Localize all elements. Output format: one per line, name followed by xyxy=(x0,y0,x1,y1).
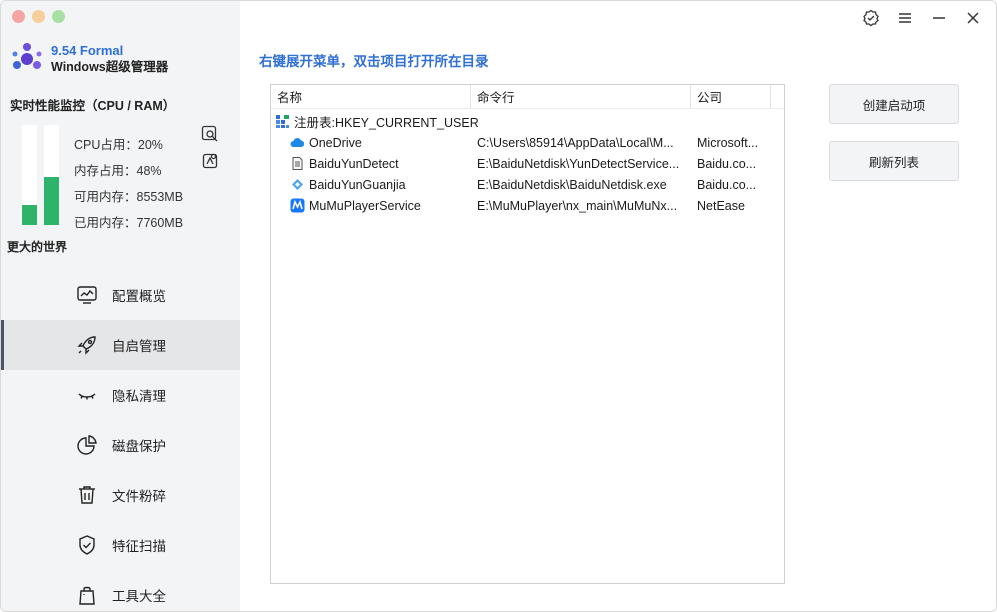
mumu-icon xyxy=(290,198,305,213)
monitor-title: 实时性能监控（CPU / RAM） xyxy=(10,99,176,113)
close-icon xyxy=(967,12,979,24)
registry-root-node[interactable]: 注册表:HKEY_CURRENT_USER xyxy=(271,111,784,132)
app-window: 9.54 Formal Windows超级管理器 实时性能监控（CPU / RA… xyxy=(0,0,997,612)
registry-root-label: 注册表:HKEY_CURRENT_USER xyxy=(294,116,479,130)
nav-label: 文件粉碎 xyxy=(112,489,166,504)
rocket-icon xyxy=(77,336,96,355)
row-command: E:\BaiduNetdisk\BaiduNetdisk.exe xyxy=(477,177,667,192)
brand: 9.54 Formal Windows超级管理器 xyxy=(9,41,168,77)
create-startup-item-button[interactable]: 创建启动项 xyxy=(829,84,959,124)
row-command: E:\BaiduNetdisk\YunDetectService... xyxy=(477,156,680,171)
memory-clean-icon[interactable] xyxy=(201,152,219,170)
row-company: Baidu.co... xyxy=(697,177,757,192)
minimize-icon xyxy=(933,17,945,19)
row-company: Baidu.co... xyxy=(697,156,757,171)
pie-chart-icon xyxy=(77,435,97,455)
registry-icon xyxy=(276,115,289,128)
nav-label: 工具大全 xyxy=(112,589,166,604)
row-name: MuMuPlayerService xyxy=(309,198,421,213)
app-version: 9.54 Formal xyxy=(51,43,124,58)
stats: CPU占用：20% 内存占用：48% 可用内存：8553MB 已用内存：7760… xyxy=(74,132,183,236)
nav-label: 配置概览 xyxy=(112,289,166,304)
nav-disk-protect[interactable]: 磁盘保护 xyxy=(1,420,240,470)
column-header-name[interactable]: 名称 xyxy=(271,85,471,108)
nav-file-shred[interactable]: 文件粉碎 xyxy=(1,470,240,520)
nav-config-overview[interactable]: 配置概览 xyxy=(1,270,240,320)
ram-usage: 内存占用：48% xyxy=(74,164,162,178)
monitor-chart-icon xyxy=(77,286,97,304)
app-logo-icon xyxy=(12,43,42,69)
nav-startup-manager[interactable]: 自启管理 xyxy=(1,320,240,370)
baidu-cloud-icon xyxy=(292,179,303,190)
row-name: BaiduYunDetect xyxy=(309,156,399,171)
minimize-button[interactable] xyxy=(922,6,956,30)
refresh-list-button[interactable]: 刷新列表 xyxy=(829,141,959,181)
shield-check-icon xyxy=(79,535,95,555)
hamburger-menu-icon xyxy=(899,13,911,23)
trash-icon xyxy=(79,486,95,504)
table-row[interactable]: BaiduYunDetect E:\BaiduNetdisk\YunDetect… xyxy=(271,153,784,174)
sidebar: 9.54 Formal Windows超级管理器 实时性能监控（CPU / RA… xyxy=(1,1,240,611)
ram-bar xyxy=(44,125,59,225)
row-command: C:\Users\85914\AppData\Local\M... xyxy=(477,135,674,150)
row-company: NetEase xyxy=(697,198,745,213)
usage-bars xyxy=(22,125,59,225)
cpu-bar xyxy=(22,125,37,225)
minimize-dot[interactable] xyxy=(32,10,45,23)
verified-badge-icon xyxy=(863,9,879,27)
title-bar-actions xyxy=(854,6,990,30)
window-controls xyxy=(12,10,65,23)
ram-bar-fill xyxy=(44,177,59,225)
table-row[interactable]: OneDrive C:\Users\85914\AppData\Local\M.… xyxy=(271,132,784,153)
closed-eye-icon xyxy=(78,393,96,400)
cpu-usage: CPU占用：20% xyxy=(74,138,163,152)
row-company: Microsoft... xyxy=(697,135,759,150)
search-process-icon[interactable] xyxy=(201,125,219,143)
app-name: Windows超级管理器 xyxy=(51,60,169,74)
nav-label: 特征扫描 xyxy=(112,539,166,554)
nav-label: 磁盘保护 xyxy=(112,439,166,454)
stat-icons xyxy=(201,125,219,179)
column-header-command[interactable]: 命令行 xyxy=(471,85,691,108)
nav-label: 隐私清理 xyxy=(112,389,166,404)
bag-icon xyxy=(79,586,95,605)
nav-privacy-clean[interactable]: 隐私清理 xyxy=(1,370,240,420)
available-memory: 可用内存：8553MB xyxy=(74,190,184,204)
usage-hint: 右键展开菜单，双击项目打开所在目录 xyxy=(259,54,489,69)
startup-items-table[interactable]: 名称 命令行 公司 注册表:HKEY_CURRENT_USER OneDrive… xyxy=(270,84,785,584)
onedrive-icon xyxy=(290,138,305,147)
row-name: BaiduYunGuanjia xyxy=(309,177,406,192)
close-dot[interactable] xyxy=(12,10,25,23)
menu-button[interactable] xyxy=(888,6,922,30)
document-icon xyxy=(292,157,303,170)
verified-button[interactable] xyxy=(854,6,888,30)
nav-label: 自启管理 xyxy=(112,339,166,354)
slogan: 更大的世界 xyxy=(7,240,68,254)
sidebar-nav: 配置概览 自启管理 隐私清理 磁盘保护 文件粉碎 特征扫描 工具大全 xyxy=(1,270,240,611)
table-header: 名称 命令行 公司 xyxy=(271,85,784,109)
row-name: OneDrive xyxy=(309,135,362,150)
table-row[interactable]: BaiduYunGuanjia E:\BaiduNetdisk\BaiduNet… xyxy=(271,174,784,195)
table-row[interactable]: MuMuPlayerService E:\MuMuPlayer\nx_main\… xyxy=(271,195,784,216)
row-command: E:\MuMuPlayer\nx_main\MuMuNx... xyxy=(477,198,678,213)
nav-feature-scan[interactable]: 特征扫描 xyxy=(1,520,240,570)
used-memory: 已用内存：7760MB xyxy=(74,216,184,230)
column-header-company[interactable]: 公司 xyxy=(691,85,771,108)
close-button[interactable] xyxy=(956,6,990,30)
nav-toolbox[interactable]: 工具大全 xyxy=(1,570,240,611)
cpu-bar-fill xyxy=(22,205,37,225)
maximize-dot[interactable] xyxy=(52,10,65,23)
